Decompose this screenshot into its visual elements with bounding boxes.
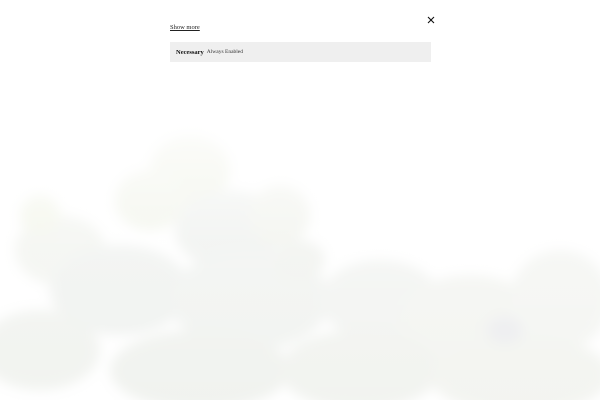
close-icon <box>427 16 435 24</box>
show-more-link[interactable]: Show more <box>170 24 200 31</box>
cookie-preferences-page: Show more Necessary Always Enabled <box>0 0 600 400</box>
consent-category-status: Always Enabled <box>206 49 243 55</box>
consent-category-row-necessary[interactable]: Necessary Always Enabled <box>170 42 431 62</box>
close-button[interactable] <box>424 13 438 27</box>
consent-category-title: Necessary <box>176 48 204 56</box>
